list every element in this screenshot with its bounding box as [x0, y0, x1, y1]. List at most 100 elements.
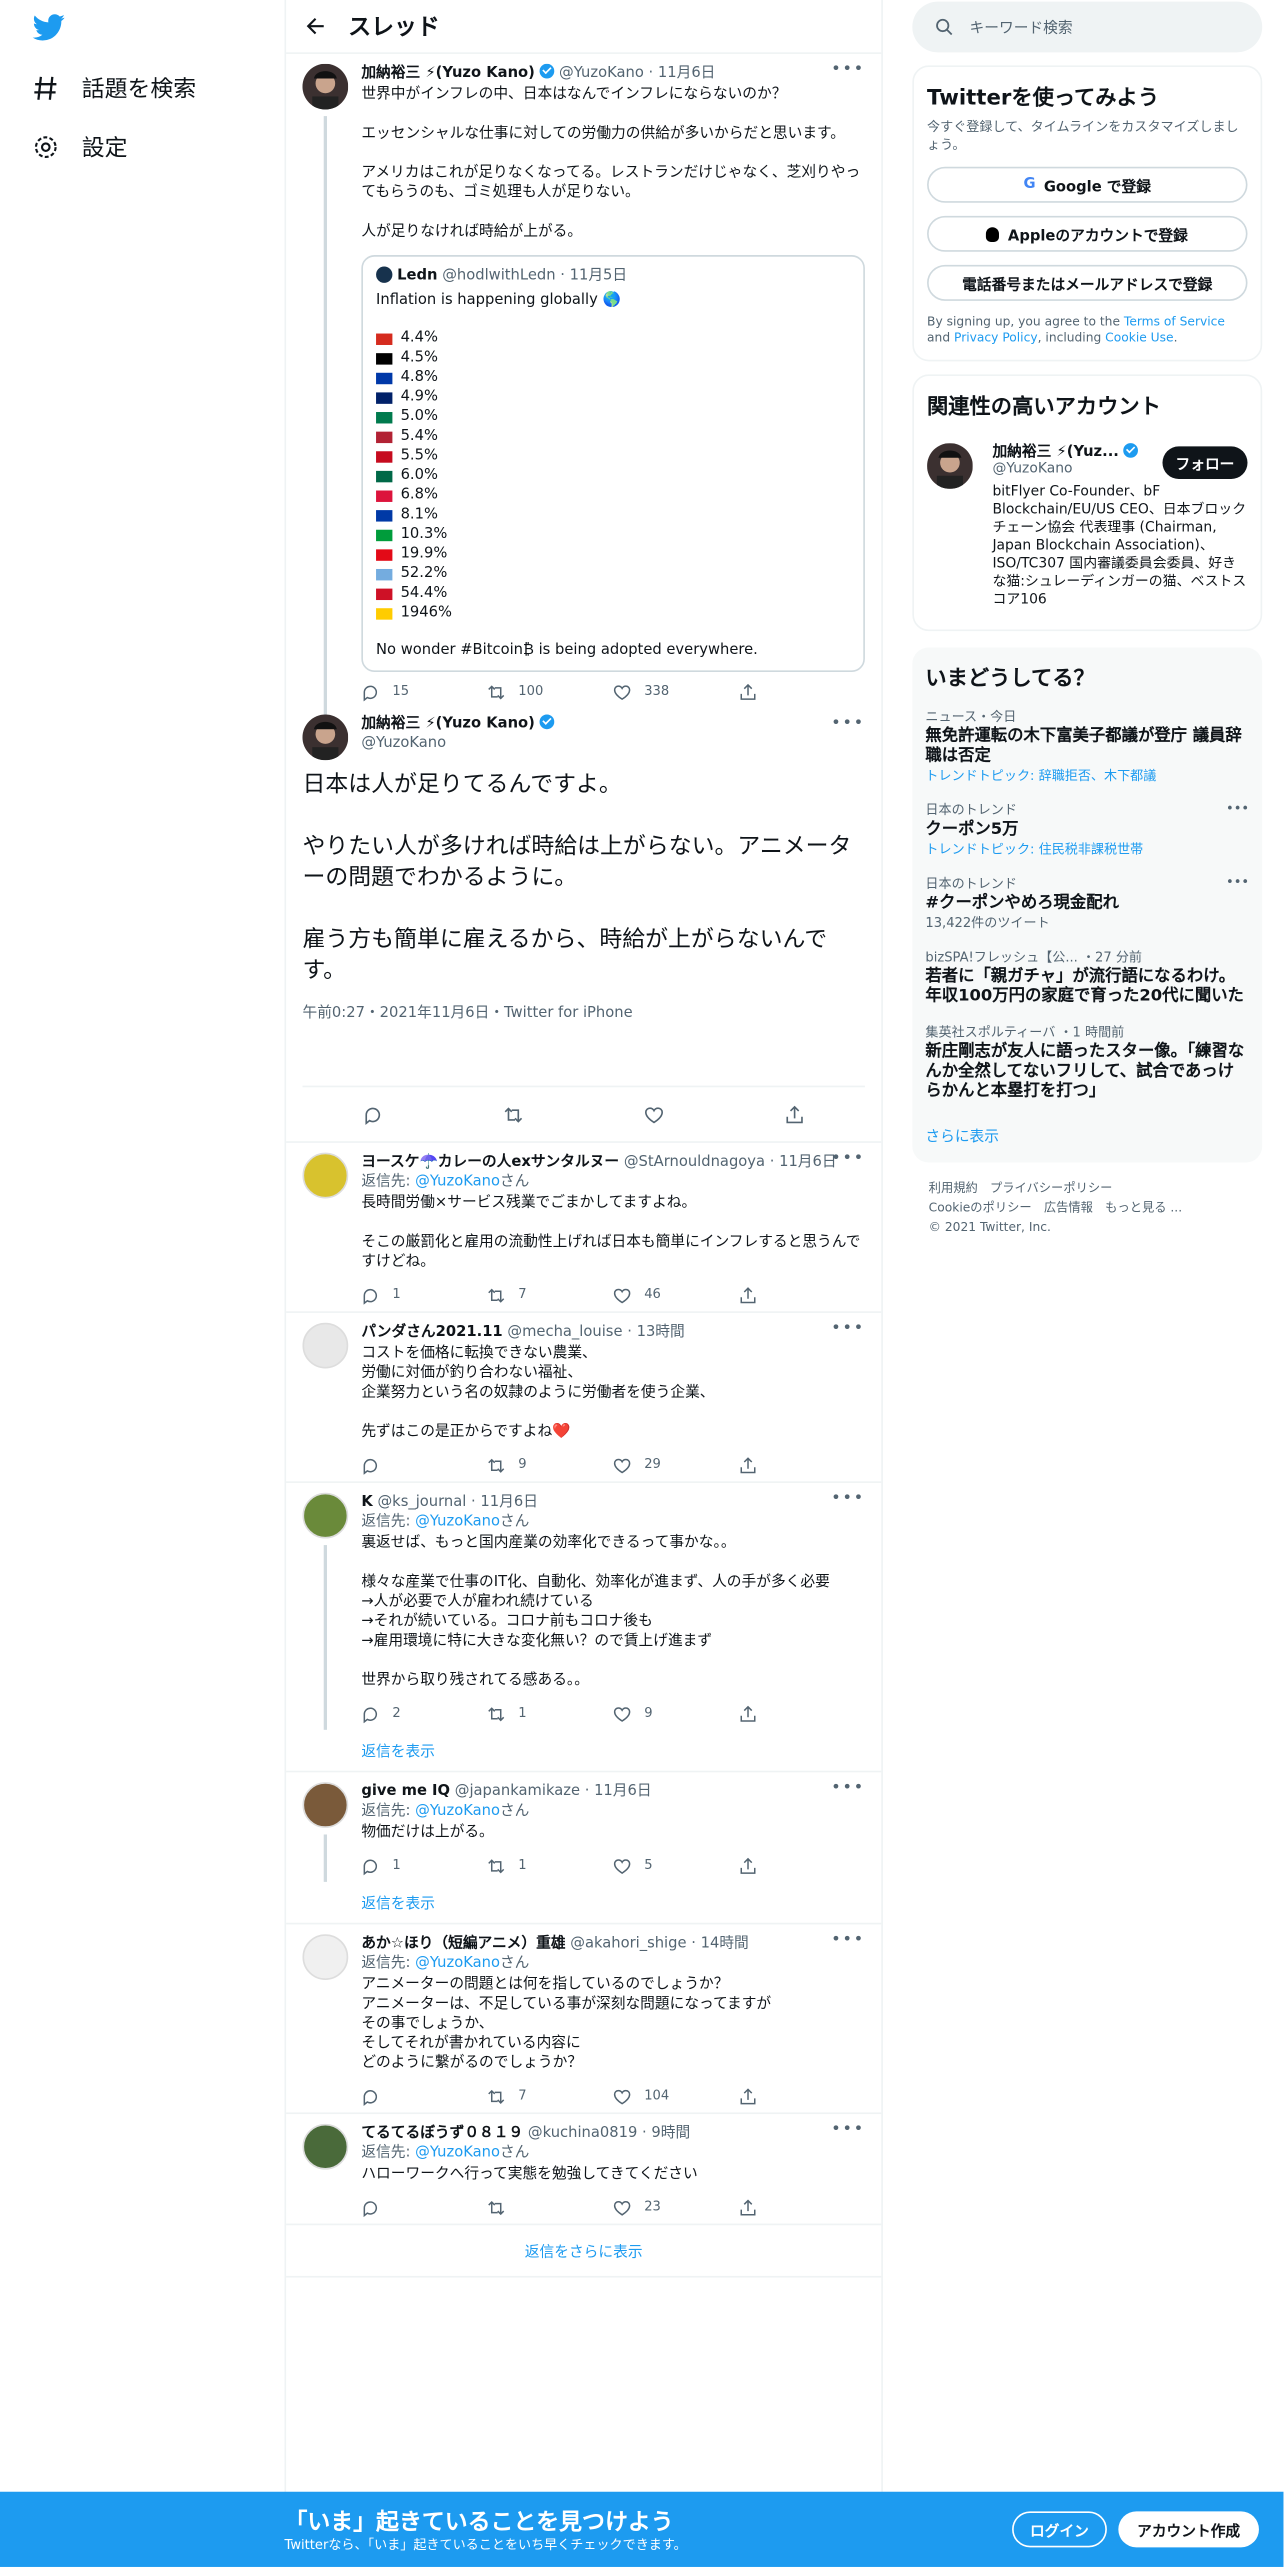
like-button[interactable]: 46: [613, 1285, 739, 1305]
like-button[interactable]: 9: [613, 1704, 739, 1724]
quoted-tweet[interactable]: Ledn @hodlwithLedn · 11月5日 Inflation is …: [361, 255, 865, 672]
like-button[interactable]: 104: [613, 2086, 739, 2106]
more-icon[interactable]: •••: [831, 60, 865, 80]
trends-show-more-link[interactable]: さらに表示: [925, 1125, 1249, 1150]
parent-tweet[interactable]: 加納裕三 ⚡(Yuzo Kano) @YuzoKano · 11月6日 ••• …: [286, 54, 881, 725]
like-button[interactable]: 29: [613, 1455, 739, 1475]
terms-link[interactable]: Terms of Service: [1124, 314, 1225, 329]
like-button[interactable]: 338: [613, 682, 739, 702]
author-name[interactable]: てるてるぼうず０８１９: [361, 2126, 523, 2142]
reply-button[interactable]: 15: [361, 682, 487, 702]
author-name[interactable]: give me IQ: [361, 1784, 450, 1800]
reply-button[interactable]: [361, 2087, 487, 2106]
like-button[interactable]: 23: [613, 2197, 739, 2217]
show-replies-link[interactable]: 返信を表示: [286, 1730, 882, 1773]
author-name[interactable]: K: [361, 1494, 372, 1510]
more-icon[interactable]: •••: [831, 1489, 865, 1509]
tweet-date[interactable]: 11月6日: [594, 1784, 652, 1800]
like-button[interactable]: 5: [613, 1856, 739, 1876]
retweet-button[interactable]: 7: [487, 1285, 613, 1305]
show-more-replies-link[interactable]: 返信をさらに表示: [286, 2225, 882, 2278]
author-handle[interactable]: @japankamikaze: [455, 1784, 580, 1800]
reply-tweet[interactable]: give me IQ @japankamikaze · 11月6日 ••• 返信先:…: [286, 1772, 881, 1882]
mention-link[interactable]: @YuzoKano: [415, 1174, 500, 1190]
login-button[interactable]: ログイン: [1012, 2511, 1107, 2548]
retweet-button[interactable]: 100: [487, 682, 613, 702]
retweet-button[interactable]: 7: [487, 2086, 613, 2106]
retweet-icon[interactable]: [504, 1104, 524, 1124]
retweet-button[interactable]: 9: [487, 1455, 613, 1475]
reply-tweet[interactable]: K @ks_journal · 11月6日 ••• 返信先: @YuzoKanoさん…: [286, 1483, 881, 1730]
tweet-meta[interactable]: 午前0:27・2021年11月6日・Twitter for iPhone: [302, 1004, 864, 1086]
avatar[interactable]: [302, 1782, 349, 1828]
author-handle[interactable]: @YuzoKano: [361, 734, 865, 754]
tweet-date[interactable]: 14時間: [701, 1936, 749, 1952]
nav-explore[interactable]: 話題を検索: [33, 72, 197, 105]
tweet-date[interactable]: 11月6日: [779, 1154, 837, 1170]
more-icon[interactable]: •••: [831, 1149, 865, 1169]
author-handle[interactable]: @akahori_shige: [570, 1936, 686, 1952]
author-handle[interactable]: @ks_journal: [377, 1494, 466, 1510]
mention-link[interactable]: @YuzoKano: [415, 1514, 500, 1530]
nav-settings[interactable]: 設定: [33, 131, 128, 164]
avatar[interactable]: [302, 1934, 349, 1980]
share-button[interactable]: [739, 2198, 865, 2216]
avatar[interactable]: [302, 1152, 349, 1199]
heart-icon[interactable]: [644, 1104, 664, 1124]
more-icon[interactable]: •••: [831, 714, 865, 734]
retweet-button[interactable]: 1: [487, 1704, 613, 1724]
back-arrow-icon[interactable]: [306, 16, 326, 36]
author-handle[interactable]: @YuzoKano: [559, 65, 644, 81]
mention-link[interactable]: @YuzoKano: [415, 2145, 500, 2161]
share-button[interactable]: [739, 1704, 865, 1722]
reply-button[interactable]: [361, 1456, 487, 1474]
signup-button[interactable]: アカウント作成: [1118, 2511, 1259, 2548]
author-name[interactable]: 加納裕三 ⚡(Yuzo Kano): [361, 716, 535, 732]
trend-item[interactable]: 集英社スポルティーバ ・1 時間前 新庄剛志が友人に語ったスター像。「練習なんか全…: [925, 1024, 1249, 1102]
more-icon[interactable]: •••: [1226, 875, 1249, 890]
tweet-date[interactable]: 9時間: [651, 2126, 690, 2142]
trend-item[interactable]: ニュース・今日 無免許運転の木下富美子都議が登庁 議員辞職は否定 トレンドトピック:…: [925, 708, 1249, 785]
footer-links-1[interactable]: 利用規約 プライバシーポリシー: [929, 1179, 1246, 1199]
twitter-logo-icon[interactable]: [32, 13, 66, 42]
reply-button[interactable]: 1: [361, 1285, 487, 1305]
reply-icon[interactable]: [363, 1104, 383, 1125]
avatar[interactable]: [302, 1322, 349, 1369]
avatar[interactable]: [302, 714, 349, 761]
more-icon[interactable]: •••: [831, 1779, 865, 1799]
avatar[interactable]: [302, 1492, 349, 1539]
phone-signup-button[interactable]: 電話番号またはメールアドレスで登録: [927, 264, 1248, 301]
mention-link[interactable]: @YuzoKano: [415, 1955, 500, 1971]
trend-item[interactable]: 日本のトレンド クーポン5万 トレンドトピック: 住民税非課税世帯 •••: [925, 801, 1249, 858]
show-replies-link[interactable]: 返信を表示: [286, 1882, 882, 1925]
author-handle[interactable]: @kuchina0819: [528, 2126, 637, 2142]
tweet-date[interactable]: 11月6日: [480, 1494, 538, 1510]
more-icon[interactable]: •••: [1226, 801, 1249, 816]
avatar[interactable]: [302, 63, 349, 110]
tweet-date[interactable]: 13時間: [637, 1324, 685, 1340]
more-icon[interactable]: •••: [831, 2121, 865, 2141]
trend-item[interactable]: 日本のトレンド #クーポンやめろ現金配れ 13,422件のツイート •••: [925, 875, 1249, 932]
avatar[interactable]: [927, 443, 973, 489]
author-name[interactable]: ヨースケ☂️カレーの人exサンタルヌー: [361, 1154, 619, 1170]
retweet-button[interactable]: [487, 2198, 613, 2216]
reply-tweet[interactable]: あか☆ほり（短編アニメ）重雄 @akahori_shige · 14時間 ••• 返…: [286, 1924, 882, 2115]
apple-signup-button[interactable]: Appleのアカウントで登録: [927, 215, 1248, 252]
trend-item[interactable]: bizSPA!フレッシュ【公... ・27 分前 若者に「親ガチャ」が流行語になる…: [925, 948, 1249, 1007]
share-icon[interactable]: [785, 1104, 805, 1124]
share-button[interactable]: [739, 2087, 865, 2105]
share-button[interactable]: [739, 1856, 865, 1875]
share-button[interactable]: [739, 683, 865, 701]
reply-tweet[interactable]: パンダさん2021.11 @mecha_louise · 13時間 ••• コストを…: [286, 1313, 882, 1483]
tweet-date[interactable]: 11月6日: [658, 65, 716, 81]
footer-links-2[interactable]: Cookieのポリシー 広告情報 もっと見る ...: [929, 1198, 1246, 1218]
reply-button[interactable]: 2: [361, 1704, 487, 1724]
share-button[interactable]: [739, 1286, 865, 1304]
author-handle[interactable]: @mecha_louise: [507, 1324, 622, 1340]
share-button[interactable]: [739, 1456, 865, 1474]
follow-button[interactable]: フォロー: [1162, 446, 1248, 480]
author-name[interactable]: 加納裕三 ⚡(Yuzo Kano): [361, 65, 535, 81]
retweet-button[interactable]: 1: [487, 1856, 613, 1876]
more-icon[interactable]: •••: [831, 1931, 865, 1951]
cookie-link[interactable]: Cookie Use: [1105, 330, 1173, 345]
